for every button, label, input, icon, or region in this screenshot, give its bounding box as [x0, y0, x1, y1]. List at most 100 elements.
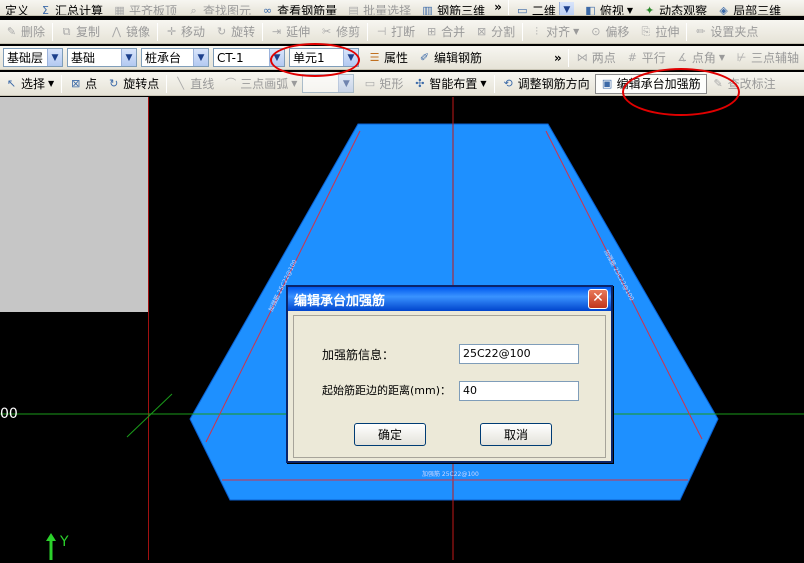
- chevron-down-icon: ▼: [193, 49, 208, 66]
- separator: [166, 74, 168, 93]
- toolbar-overflow-chevron[interactable]: »: [550, 51, 566, 65]
- dialog-title-bar[interactable]: 编辑承台加强筋 ✕: [288, 287, 611, 311]
- point-angle-button[interactable]: ∡ 点角 ▼: [671, 48, 730, 68]
- separator: [52, 22, 54, 41]
- grid-line-diagonal: [126, 393, 173, 438]
- break-icon: ⊣: [376, 25, 387, 38]
- align-label: 对齐: [546, 25, 571, 39]
- rebar-info-input[interactable]: 25C22@100: [459, 344, 579, 364]
- move-button[interactable]: ✛ 移动: [160, 22, 210, 42]
- rect-button[interactable]: ▭ 矩形: [358, 74, 408, 94]
- two-points-button[interactable]: ⋈ 两点: [571, 48, 621, 68]
- offset-button[interactable]: ⊙ 偏移: [584, 22, 634, 42]
- set-point-button[interactable]: ✏ 设置夹点: [689, 22, 763, 42]
- three-point-arc-button[interactable]: ⌒ 三点画弧 ▼: [219, 74, 302, 94]
- cancel-button[interactable]: 取消: [480, 423, 552, 446]
- stretch-button[interactable]: ⎘ 拉伸: [634, 22, 684, 42]
- sum-button[interactable]: Σ 汇总计算: [34, 0, 108, 16]
- offset-label: 偏移: [605, 25, 630, 39]
- split-button[interactable]: ⊠ 分割: [470, 22, 520, 42]
- align-button[interactable]: ⫶ 对齐 ▼: [525, 22, 584, 42]
- flat-slab-label: 平齐板顶: [129, 3, 178, 16]
- smart-layout-button[interactable]: ✣ 智能布置 ▼: [408, 74, 491, 94]
- smart-layout-label: 智能布置: [429, 77, 478, 91]
- extend-icon: ⇥: [271, 25, 282, 38]
- flat-slab-button[interactable]: ▦ 平齐板顶: [108, 0, 182, 16]
- view-mode-select[interactable]: ▭ 二维 ▼: [511, 0, 579, 15]
- point-icon: ⊠: [71, 77, 81, 90]
- copy-label: 复制: [76, 25, 101, 39]
- element-selector-toolbar: 基础层 ▼ 基础 ▼ 桩承台 ▼ CT-1 ▼ 单元1 ▼ ☰ 属性 ✐ 编辑钢筋 » ⋈ 两点…: [0, 46, 804, 70]
- rebar-pen-icon: ✐: [419, 51, 430, 64]
- ok-button[interactable]: 确定: [354, 423, 426, 446]
- trim-label: 修剪: [336, 25, 361, 39]
- local-3d-button[interactable]: ◈ 局部三维: [712, 0, 786, 16]
- line-icon: ╲: [177, 77, 185, 90]
- smart-layout-icon: ✣: [415, 77, 425, 90]
- rotate-button[interactable]: ↻ 旋转: [210, 22, 260, 42]
- point-label: 点: [85, 77, 98, 91]
- merge-button[interactable]: ⊞ 合并: [420, 22, 470, 42]
- rotate-label: 旋转: [231, 25, 256, 39]
- batch-select-button[interactable]: ▤ 批量选择: [342, 0, 416, 16]
- adjust-rebar-dir-button[interactable]: ⟲ 调整钢筋方向: [497, 74, 595, 94]
- define-button[interactable]: 定义: [0, 0, 34, 16]
- select-button[interactable]: ↖ 选择 ▼: [0, 74, 59, 94]
- edit-cap-icon: ▣: [601, 77, 613, 90]
- separator: [61, 74, 63, 93]
- batch-icon: ▤: [348, 3, 359, 16]
- aux-axis-icon: ⊬: [736, 51, 747, 64]
- point-angle-label: 点角: [691, 51, 716, 65]
- define-label: 定义: [5, 3, 30, 16]
- edit-toolbar: ✎ 删除 ⧉ 复制 ⋀ 镜像 ✛ 移动 ↻ 旋转 ⇥ 延伸 ✂ 修剪 ⊣ 打断 ⊞ 合并 ⊠ 分割 …: [0, 20, 804, 44]
- three-point-aux-button[interactable]: ⊬ 三点辅轴: [730, 48, 804, 68]
- separator: [686, 22, 688, 41]
- category-value: 基础: [71, 51, 96, 65]
- category-select[interactable]: 基础 ▼: [67, 48, 137, 67]
- layer-value: 基础层: [7, 51, 44, 65]
- merge-icon: ⊞: [427, 25, 437, 38]
- layer-select[interactable]: 基础层 ▼: [3, 48, 63, 67]
- close-icon[interactable]: ✕: [588, 289, 608, 309]
- break-button[interactable]: ⊣ 打断: [370, 22, 420, 42]
- extend-button[interactable]: ⇥ 延伸: [265, 22, 315, 42]
- find-icon: ⌕: [190, 3, 197, 16]
- rotate-point-label: 旋转点: [123, 77, 160, 91]
- pen-icon: ✏: [696, 25, 706, 38]
- copy-button[interactable]: ⧉ 复制: [55, 22, 105, 42]
- view-direction-button[interactable]: ◧ 俯视 ▼: [579, 0, 638, 16]
- mirror-button[interactable]: ⋀ 镜像: [105, 22, 155, 42]
- line-button[interactable]: ╲ 直线: [169, 74, 219, 94]
- rect-label: 矩形: [379, 77, 404, 91]
- y-axis-indicator: [44, 533, 58, 560]
- edit-rebar-button[interactable]: ✐ 编辑钢筋: [413, 48, 487, 68]
- parallel-button[interactable]: # 平行: [621, 48, 671, 68]
- delete-button[interactable]: ✎ 删除: [0, 22, 50, 42]
- cursor-icon: ↖: [6, 77, 17, 90]
- batch-select-label: 批量选择: [363, 3, 412, 16]
- rotate-point-icon: ↻: [109, 77, 119, 90]
- line-label: 直线: [190, 77, 215, 91]
- break-label: 打断: [391, 25, 416, 39]
- dropdown-arrow-icon: ▼: [291, 79, 298, 88]
- trim-button[interactable]: ✂ 修剪: [315, 22, 365, 42]
- orbit-icon: ✦: [644, 3, 655, 16]
- extend-label: 延伸: [286, 25, 311, 39]
- toolbar-overflow-chevron[interactable]: »: [490, 0, 506, 14]
- separator: [157, 22, 159, 41]
- rotate-point-button[interactable]: ↻ 旋转点: [102, 74, 164, 94]
- arc-icon: ⌒: [225, 77, 237, 90]
- view-rebar-qty-button[interactable]: ∞ 查看钢筋量: [256, 0, 342, 16]
- chevron-down-icon: ▼: [558, 1, 574, 15]
- element-type-value: 桩承台: [145, 51, 182, 65]
- dropdown-arrow-icon: ▼: [718, 53, 725, 62]
- start-distance-input[interactable]: 40: [459, 381, 579, 401]
- point-button[interactable]: ⊠ 点: [64, 74, 102, 94]
- find-element-button[interactable]: ⌕ 查找图元: [182, 0, 256, 16]
- rebar-3d-button[interactable]: ▥ 钢筋三维: [416, 0, 490, 16]
- properties-button[interactable]: ☰ 属性: [363, 48, 413, 68]
- dynamic-view-button[interactable]: ✦ 动态观察: [638, 0, 712, 16]
- element-type-select[interactable]: 桩承台 ▼: [141, 48, 209, 67]
- eraser-icon: ✎: [6, 25, 17, 38]
- adjust-rebar-dir-label: 调整钢筋方向: [517, 77, 590, 91]
